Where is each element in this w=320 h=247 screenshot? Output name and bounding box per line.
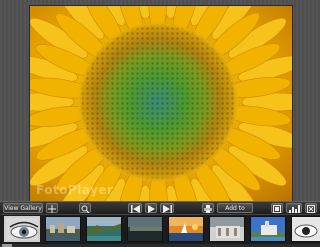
add-to-cart-button[interactable]: Add to Cart (217, 203, 253, 222)
eye-2-thumbnail-image (292, 217, 320, 241)
move-button[interactable] (46, 203, 58, 213)
first-button[interactable] (128, 203, 142, 213)
print-icon (204, 205, 212, 213)
fullscreen-icon (273, 205, 281, 213)
thumbnail-city[interactable] (45, 216, 81, 242)
fullscreen-button[interactable] (271, 203, 283, 213)
last-icon (162, 205, 172, 213)
view-gallery-button[interactable]: View Gallery (3, 203, 43, 213)
thumbnail-filmstrip (0, 214, 320, 247)
thumbnail-castle[interactable] (250, 216, 286, 242)
zoom-button[interactable] (79, 203, 91, 213)
sea-thumbnail-image (87, 217, 121, 241)
sunflower-photo (30, 6, 292, 201)
thumbnail-eye[interactable] (4, 216, 40, 242)
zoom-icon (81, 205, 89, 213)
thumbnail-sunset[interactable] (168, 216, 204, 242)
temple-thumbnail-image (210, 217, 244, 241)
watermark-text: FotoPlayer (36, 183, 114, 197)
bay-thumbnail-image (128, 217, 162, 241)
play-button[interactable] (145, 203, 157, 213)
histogram-button[interactable] (286, 203, 302, 213)
move-icon (48, 205, 56, 213)
histogram-icon (288, 205, 300, 213)
print-button[interactable] (202, 203, 214, 213)
first-icon (130, 205, 140, 213)
thumbnail-bay[interactable] (127, 216, 163, 242)
sunset-thumbnail-image (169, 217, 203, 241)
city-thumbnail-image (46, 217, 80, 241)
close-icon (307, 205, 315, 213)
last-button[interactable] (160, 203, 174, 213)
thumbnail-sea[interactable] (86, 216, 122, 242)
thumbnail-eye-2[interactable] (291, 216, 320, 242)
view-gallery-label: View Gallery (4, 205, 42, 212)
eye-thumbnail-image (6, 218, 38, 240)
viewer-toolbar: View Gallery Add to (0, 201, 320, 222)
thumbnail-temple[interactable] (209, 216, 245, 242)
play-icon (148, 205, 155, 213)
castle-thumbnail-image (251, 217, 285, 241)
close-button[interactable] (305, 203, 317, 213)
photo-viewer[interactable]: FotoPlayer (29, 5, 293, 202)
